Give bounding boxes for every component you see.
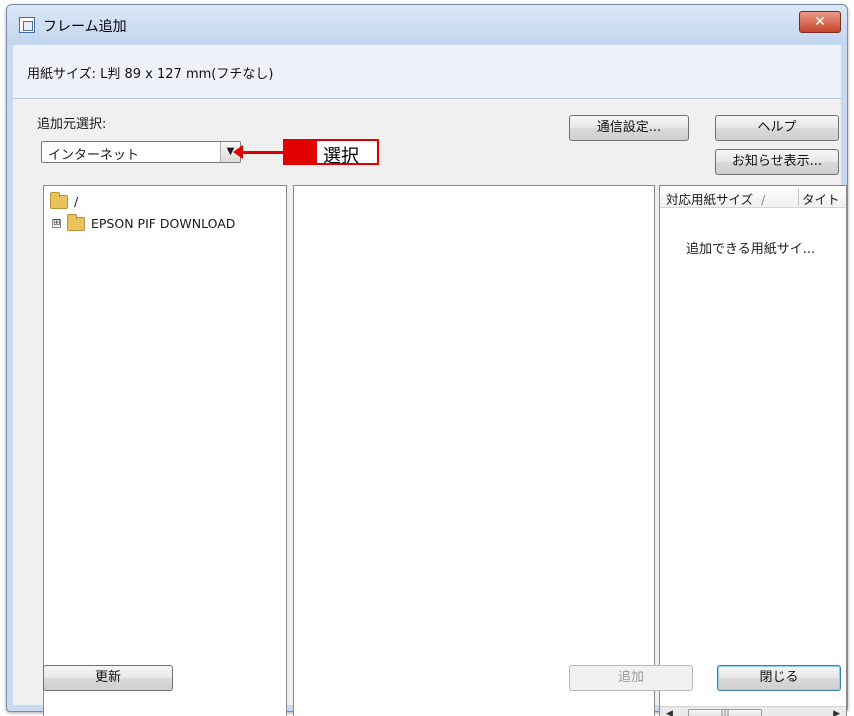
horizontal-scrollbar[interactable]: ◀ ||| ▶ — [660, 706, 846, 716]
tree-item-label: EPSON PIF DOWNLOAD — [91, 216, 236, 231]
tree-root-label: / — [74, 194, 79, 209]
expand-icon[interactable]: ⊞ — [52, 219, 61, 228]
close-icon: ✕ — [814, 14, 826, 30]
source-select-label: 追加元選択: — [37, 117, 107, 132]
folder-icon — [50, 191, 68, 209]
column-divider[interactable] — [798, 188, 799, 206]
column-header-title[interactable]: タイト — [802, 189, 840, 208]
empty-list-message: 追加できる用紙サイ... — [686, 242, 816, 257]
title-bar: フレーム追加 ✕ — [7, 5, 847, 45]
refresh-button[interactable]: 更新 — [43, 665, 173, 691]
app-icon — [19, 17, 35, 33]
add-button[interactable]: 追加 — [569, 665, 693, 691]
scroll-right-icon[interactable]: ▶ — [833, 709, 840, 716]
annotation-marker — [285, 141, 317, 163]
frame-add-dialog: フレーム追加 ✕ 用紙サイズ: L判 89 x 127 mm(フチなし) 追加元… — [6, 4, 848, 716]
help-button[interactable]: ヘルプ — [715, 115, 839, 141]
list-header: 対応用紙サイズ / タイト — [660, 186, 846, 208]
frame-preview-list[interactable] — [293, 185, 655, 716]
paper-size-list[interactable]: 対応用紙サイズ / タイト 追加できる用紙サイ... ◀ ||| ▶ — [659, 185, 847, 716]
comm-settings-button[interactable]: 通信設定... — [569, 115, 689, 141]
paper-size-label: 用紙サイズ: L判 89 x 127 mm(フチなし) — [27, 67, 274, 82]
annotation-text: 選択 — [323, 146, 359, 167]
scroll-thumb[interactable]: ||| — [688, 709, 762, 716]
column-header-paper-size[interactable]: 対応用紙サイズ / — [666, 189, 765, 208]
folder-tree[interactable]: / ⊞ EPSON PIF DOWNLOAD — [43, 185, 287, 716]
annotation-callout: 選択 — [283, 139, 379, 167]
window-title: フレーム追加 — [43, 19, 127, 35]
notices-button[interactable]: お知らせ表示... — [715, 149, 839, 175]
info-bar: 用紙サイズ: L判 89 x 127 mm(フチなし) — [13, 45, 841, 99]
source-select[interactable]: インターネット ▼ — [41, 141, 241, 163]
folder-icon — [67, 213, 85, 231]
close-window-button[interactable]: ✕ — [799, 11, 841, 33]
tree-item-epson-pif-download[interactable]: ⊞ EPSON PIF DOWNLOAD — [52, 213, 236, 231]
annotation-arrow-icon — [233, 145, 285, 159]
sort-icon: / — [761, 192, 766, 207]
close-button[interactable]: 閉じる — [717, 665, 841, 691]
tree-root[interactable]: / — [50, 191, 79, 209]
scroll-left-icon[interactable]: ◀ — [666, 709, 673, 716]
dialog-body: 追加元選択: 通信設定... ヘルプ お知らせ表示... インターネット ▼ 選… — [13, 99, 847, 716]
source-select-value: インターネット — [48, 148, 140, 163]
